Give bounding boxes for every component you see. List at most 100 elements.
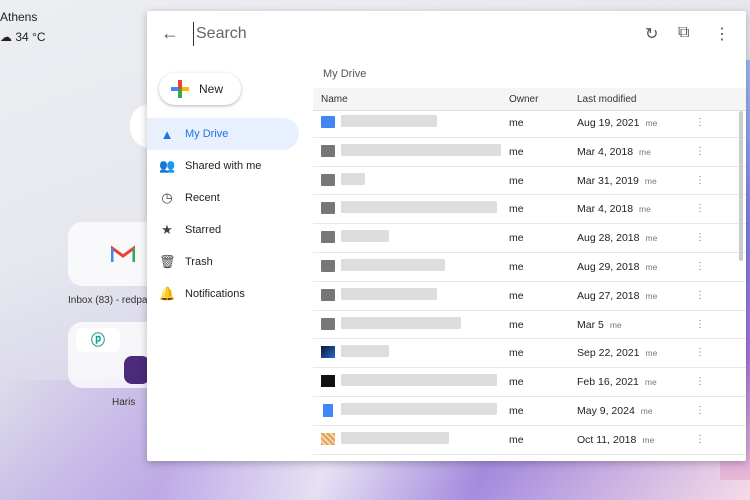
new-button[interactable]: New <box>159 73 241 105</box>
modified-by: me <box>645 118 658 128</box>
modified-by: me <box>645 261 658 272</box>
modified-by: me <box>642 434 655 445</box>
scrollbar[interactable] <box>739 111 743 261</box>
folder-icon <box>321 231 335 244</box>
table-row[interactable]: meOct 11, 2018me⋮ <box>313 455 746 461</box>
table-row[interactable]: me Sep 22, 2021 me ⋮ <box>313 339 746 369</box>
modified-by: me <box>645 290 658 301</box>
sidebar-item-notifications[interactable]: 🔔 Notifications <box>147 278 299 310</box>
folder-icon <box>321 144 335 157</box>
modified-by: me <box>609 319 622 330</box>
sidebar-item-starred[interactable]: ★ Starred <box>147 214 299 246</box>
table-row[interactable]: me Aug 28, 2018 me ⋮ <box>313 224 746 253</box>
table-row[interactable]: me Mar 31, 2019 me ⋮ <box>313 167 746 196</box>
modified-date: Aug 27, 2018 <box>577 289 640 302</box>
sidebar-item-label: Notifications <box>185 288 245 300</box>
row-more-icon[interactable]: ⋮ <box>695 347 705 358</box>
sidebar-item-my-drive[interactable]: ▲ My Drive <box>147 118 299 150</box>
column-owner-header[interactable]: Owner <box>509 94 538 105</box>
bell-icon: 🔔 <box>159 286 176 301</box>
modified-by: me <box>645 348 658 359</box>
row-more-icon[interactable]: ⋮ <box>695 319 705 330</box>
table-row[interactable]: me Aug 27, 2018 me ⋮ <box>313 282 746 311</box>
file-owner: me <box>509 289 524 302</box>
file-name-redacted <box>341 230 389 243</box>
app-p-icon[interactable]: ⓟ <box>76 328 120 352</box>
image-thumbnail <box>321 346 335 359</box>
open-in-new-icon[interactable]: ⧉ <box>678 24 689 42</box>
column-name-header[interactable]: Name <box>321 94 348 105</box>
row-more-icon[interactable]: ⋮ <box>695 146 705 157</box>
refresh-icon[interactable]: ↻ <box>645 24 658 44</box>
file-name-redacted <box>341 345 389 358</box>
file-owner: me <box>509 145 524 158</box>
row-more-icon[interactable]: ⋮ <box>695 261 705 272</box>
table-row[interactable]: meOct 11, 2018 me ⋮ <box>313 426 746 455</box>
file-modified: Oct 11, 2018 me <box>577 434 654 446</box>
sidebar-item-trash[interactable]: 🗑 Trash <box>147 246 299 278</box>
file-owner: me <box>509 260 524 273</box>
modified-by: me <box>644 377 657 388</box>
back-arrow-icon[interactable]: ← <box>161 23 179 44</box>
file-name-redacted <box>341 402 497 415</box>
modified-date: Aug 29, 2018 <box>577 260 640 273</box>
file-modified: May 9, 2024 me <box>577 405 653 417</box>
sidebar-item-label: My Drive <box>185 128 229 140</box>
row-more-icon[interactable]: ⋮ <box>695 376 705 387</box>
sidebar-item-label: Shared with me <box>185 160 262 172</box>
sidebar-item-label: Trash <box>185 256 213 268</box>
row-more-icon[interactable]: ⋮ <box>695 203 705 214</box>
search-input[interactable] <box>193 22 498 46</box>
weather-widget: Athens ☁ 34 °C <box>0 10 46 44</box>
image-thumbnail <box>321 432 335 445</box>
file-name-redacted <box>341 143 501 156</box>
table-row[interactable]: me Mar 4, 2018 me ⋮ <box>313 138 746 167</box>
modified-date: Mar 31, 2019 <box>577 174 639 187</box>
folder-icon <box>321 116 335 128</box>
modified-date: Oct 11, 2018 <box>577 433 637 446</box>
row-more-icon[interactable]: ⋮ <box>695 232 705 243</box>
sidebar-item-shared[interactable]: 👥 Shared with me <box>147 150 299 182</box>
table-row[interactable]: me Aug 19, 2021 me ⋮ <box>313 109 746 138</box>
file-owner: me <box>509 232 524 245</box>
file-owner: me <box>509 318 524 331</box>
breadcrumb[interactable]: My Drive <box>323 68 366 80</box>
sidebar-nav: ▲ My Drive 👥 Shared with me ◷ Recent ★ Starr… <box>147 118 299 310</box>
table-row[interactable]: me Mar 4, 2018 me ⋮ <box>313 195 746 225</box>
folder-icon <box>321 317 335 330</box>
modified-by: me <box>644 175 657 186</box>
row-more-icon[interactable]: ⋮ <box>695 117 705 128</box>
weather-temp-value: 34 °C <box>15 30 46 44</box>
column-modified-header[interactable]: Last modified <box>577 94 636 105</box>
sidebar-item-label: Recent <box>185 192 220 204</box>
row-more-icon[interactable]: ⋮ <box>695 290 705 301</box>
trash-icon: 🗑 <box>159 254 176 269</box>
folder-icon <box>321 202 335 215</box>
document-icon <box>323 403 333 417</box>
file-owner: me <box>509 404 524 417</box>
more-vert-icon[interactable]: ⋮ <box>714 24 730 44</box>
row-more-icon[interactable]: ⋮ <box>695 405 705 416</box>
file-modified: Mar 4, 2018 me <box>577 203 651 215</box>
table-row[interactable]: me Aug 29, 2018 me ⋮ <box>313 253 746 282</box>
file-owner: me <box>509 117 524 129</box>
file-name-redacted <box>341 431 449 444</box>
image-thumbnail <box>321 375 335 388</box>
file-modified: Aug 29, 2018 me <box>577 261 657 273</box>
table-row[interactable]: me Feb 16, 2021 me ⋮ <box>313 368 746 397</box>
file-owner: me <box>509 174 524 187</box>
file-modified: Mar 5 me <box>577 319 622 331</box>
table-row[interactable]: me May 9, 2024 me ⋮ <box>313 397 746 426</box>
file-name-redacted <box>341 172 365 185</box>
sidebar-item-recent[interactable]: ◷ Recent <box>147 182 299 214</box>
people-icon: 👥 <box>159 158 176 173</box>
modified-date: Mar 4, 2018 <box>577 145 634 158</box>
file-name-redacted <box>341 115 437 127</box>
file-modified: Feb 16, 2021 me <box>577 376 657 388</box>
file-modified: Aug 28, 2018 me <box>577 232 657 244</box>
row-more-icon[interactable]: ⋮ <box>695 434 705 445</box>
table-row[interactable]: me Mar 5 me ⋮ <box>313 311 746 340</box>
row-more-icon[interactable]: ⋮ <box>695 175 705 186</box>
folder-icon <box>321 259 335 272</box>
sidebar-item-label: Starred <box>185 224 222 236</box>
